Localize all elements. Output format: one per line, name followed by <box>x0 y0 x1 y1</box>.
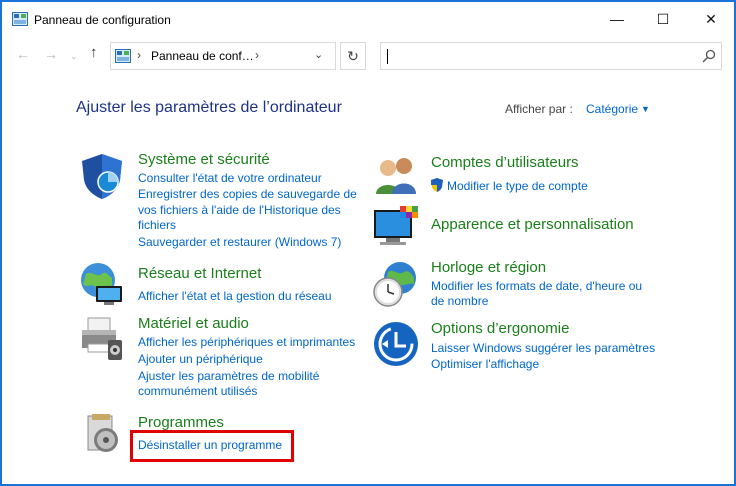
file-history-link-line2[interactable]: vos fichiers à l'aide de l'Historique de… <box>138 202 341 218</box>
file-history-link-line1[interactable]: Enregistrer des copies de sauvegarde de <box>138 186 357 202</box>
change-account-type-link[interactable]: Modifier le type de compte <box>447 178 588 194</box>
shield-icon[interactable] <box>78 152 126 200</box>
clock-globe-icon[interactable] <box>372 260 420 308</box>
breadcrumb-separator-icon[interactable]: › <box>137 48 141 62</box>
highlight-box <box>130 430 294 462</box>
search-icon[interactable] <box>701 48 717 64</box>
up-arrow-icon[interactable]: ↑ <box>90 44 98 61</box>
printer-icon[interactable] <box>78 314 126 362</box>
system-security-title[interactable]: Système et sécurité <box>138 151 270 168</box>
network-globe-icon[interactable] <box>78 260 126 308</box>
forward-arrow-icon[interactable]: → <box>44 46 58 62</box>
mobility-settings-link-line2[interactable]: communément utilisés <box>138 383 257 399</box>
backup-restore-link[interactable]: Sauvegarder et restaurer (Windows 7) <box>138 234 341 250</box>
devices-printers-link[interactable]: Afficher les périphériques et imprimante… <box>138 334 355 350</box>
maximize-button[interactable]: ☐ <box>640 2 686 36</box>
add-device-link[interactable]: Ajouter un périphérique <box>138 351 263 367</box>
user-accounts-icon[interactable] <box>372 154 420 202</box>
breadcrumb-chevron-icon[interactable]: › <box>255 48 259 62</box>
minimize-button[interactable]: — <box>594 2 640 36</box>
address-bar[interactable]: › Panneau de conf… › ⌄ <box>110 42 336 70</box>
mobility-settings-link-line1[interactable]: Ajuster les paramètres de mobilité <box>138 368 319 384</box>
refresh-button[interactable]: ↻ <box>340 42 366 70</box>
window-title: Panneau de configuration <box>34 13 171 27</box>
programs-icon[interactable] <box>82 410 130 458</box>
control-panel-icon <box>12 12 28 26</box>
uac-shield-icon <box>431 178 443 192</box>
appearance-monitor-icon[interactable] <box>372 204 420 252</box>
text-caret <box>387 49 388 64</box>
close-button[interactable]: ✕ <box>688 2 734 36</box>
appearance-personalization-title[interactable]: Apparence et personnalisation <box>431 216 634 233</box>
title-bar: Panneau de configuration — ☐ ✕ <box>2 2 734 36</box>
hardware-sound-title[interactable]: Matériel et audio <box>138 315 249 332</box>
network-internet-title[interactable]: Réseau et Internet <box>138 265 261 282</box>
change-formats-link-line2[interactable]: de nombre <box>431 293 488 309</box>
ease-of-access-icon[interactable] <box>372 320 420 368</box>
control-panel-icon <box>115 49 131 63</box>
programs-title[interactable]: Programmes <box>138 414 224 431</box>
search-input[interactable] <box>380 42 722 70</box>
view-by-dropdown-icon[interactable]: ▼ <box>641 104 650 114</box>
view-by-label: Afficher par : <box>505 102 573 116</box>
ease-of-access-title[interactable]: Options d’ergonomie <box>431 320 569 337</box>
network-status-link[interactable]: Afficher l'état et la gestion du réseau <box>138 288 332 304</box>
user-accounts-title[interactable]: Comptes d’utilisateurs <box>431 154 579 171</box>
suggest-settings-link[interactable]: Laisser Windows suggérer les paramètres <box>431 340 655 356</box>
control-panel-window: Panneau de configuration — ☐ ✕ ← → ⌄ ↑ ›… <box>0 0 736 486</box>
change-formats-link-line1[interactable]: Modifier les formats de date, d'heure ou <box>431 278 642 294</box>
file-history-link-line3[interactable]: fichiers <box>138 217 176 233</box>
optimize-display-link[interactable]: Optimiser l'affichage <box>431 356 539 372</box>
recent-locations-chevron-icon[interactable]: ⌄ <box>70 51 78 62</box>
breadcrumb-control-panel[interactable]: Panneau de conf… <box>151 49 254 63</box>
view-by-dropdown[interactable]: Catégorie <box>586 102 638 116</box>
clock-region-title[interactable]: Horloge et région <box>431 259 546 276</box>
address-dropdown-icon[interactable]: ⌄ <box>314 48 323 61</box>
check-computer-status-link[interactable]: Consulter l'état de votre ordinateur <box>138 170 322 186</box>
back-arrow-icon[interactable]: ← <box>16 46 30 62</box>
page-title: Ajuster les paramètres de l’ordinateur <box>76 99 342 116</box>
